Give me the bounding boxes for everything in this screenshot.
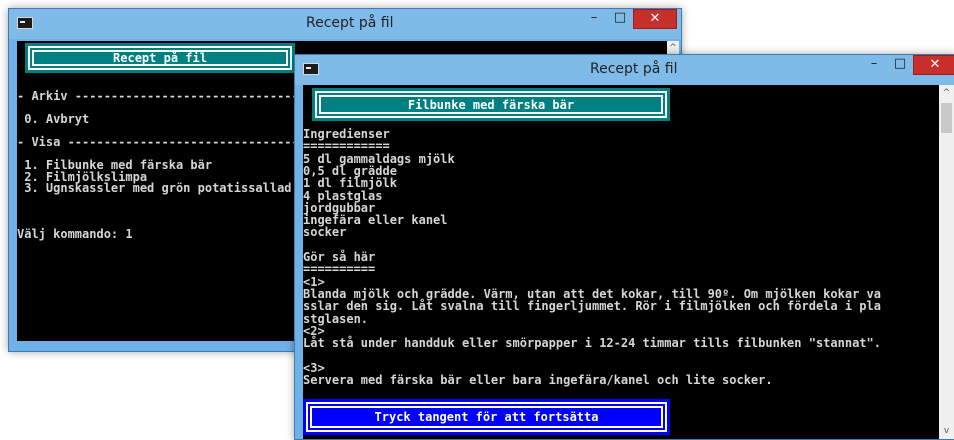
scroll-up-icon[interactable]: ^ <box>939 88 954 98</box>
console-line: <1> <box>303 274 325 289</box>
scroll-thumb[interactable] <box>941 103 952 133</box>
console-app-icon[interactable] <box>303 63 319 75</box>
console-line: ============ <box>303 139 390 154</box>
console-line: Låt stå under handduk eller smörpapper i… <box>303 336 881 351</box>
console-line: 0. Avbryt <box>17 112 90 126</box>
scroll-up-icon[interactable]: ^ <box>667 43 679 53</box>
console-line: 5 dl gammaldags mjölk <box>303 151 455 166</box>
console-line: Välj kommando: 1 <box>17 227 133 241</box>
console-line: stglasen. <box>303 311 369 326</box>
front-console-output[interactable]: Filbunke med färska bär Ingredienser ====… <box>303 85 939 439</box>
maximize-button[interactable]: □ <box>887 55 913 75</box>
console-line: socker <box>303 225 347 240</box>
close-button[interactable]: ✕ <box>633 9 677 29</box>
front-window-title: Recept på fil <box>590 61 678 77</box>
front-title-bar[interactable]: Recept på fil – □ ✕ <box>295 55 954 85</box>
console-line: Servera med färska bär eller bara ingefä… <box>303 373 773 387</box>
console-line: 4 plastglas <box>303 188 383 203</box>
recipe-title-banner: Filbunke med färska bär <box>312 88 670 121</box>
back-title-banner: Recept på fil <box>25 43 295 73</box>
close-button[interactable]: ✕ <box>913 55 954 75</box>
recipe-banner-text: Filbunke med färska bär <box>407 98 575 112</box>
console-line: 3. Ugnskassler med grön potatissallad <box>17 181 292 195</box>
back-title-bar[interactable]: Recept på fil – □ ✕ <box>9 9 681 39</box>
console-line: sslar den sig. Låt svalna till fingerlju… <box>303 299 881 314</box>
console-app-icon[interactable] <box>17 17 33 29</box>
minimize-button[interactable]: – <box>581 9 607 29</box>
front-console-window[interactable]: Recept på fil – □ ✕ Filbunke med färska … <box>294 54 954 440</box>
back-window-title: Recept på fil <box>306 15 394 31</box>
console-line: 1 dl filmjölk <box>303 176 397 191</box>
minimize-button[interactable]: – <box>861 55 887 75</box>
continue-prompt-banner[interactable]: Tryck tangent för att fortsätta <box>303 399 670 435</box>
back-banner-text: Recept på fil <box>113 51 207 65</box>
scroll-down-icon[interactable]: v <box>939 426 954 436</box>
continue-prompt-text[interactable]: Tryck tangent för att fortsätta <box>303 410 670 424</box>
maximize-button[interactable]: □ <box>607 9 633 29</box>
console-line: ========== <box>303 262 376 277</box>
front-scrollbar[interactable]: ^ v <box>939 85 954 439</box>
